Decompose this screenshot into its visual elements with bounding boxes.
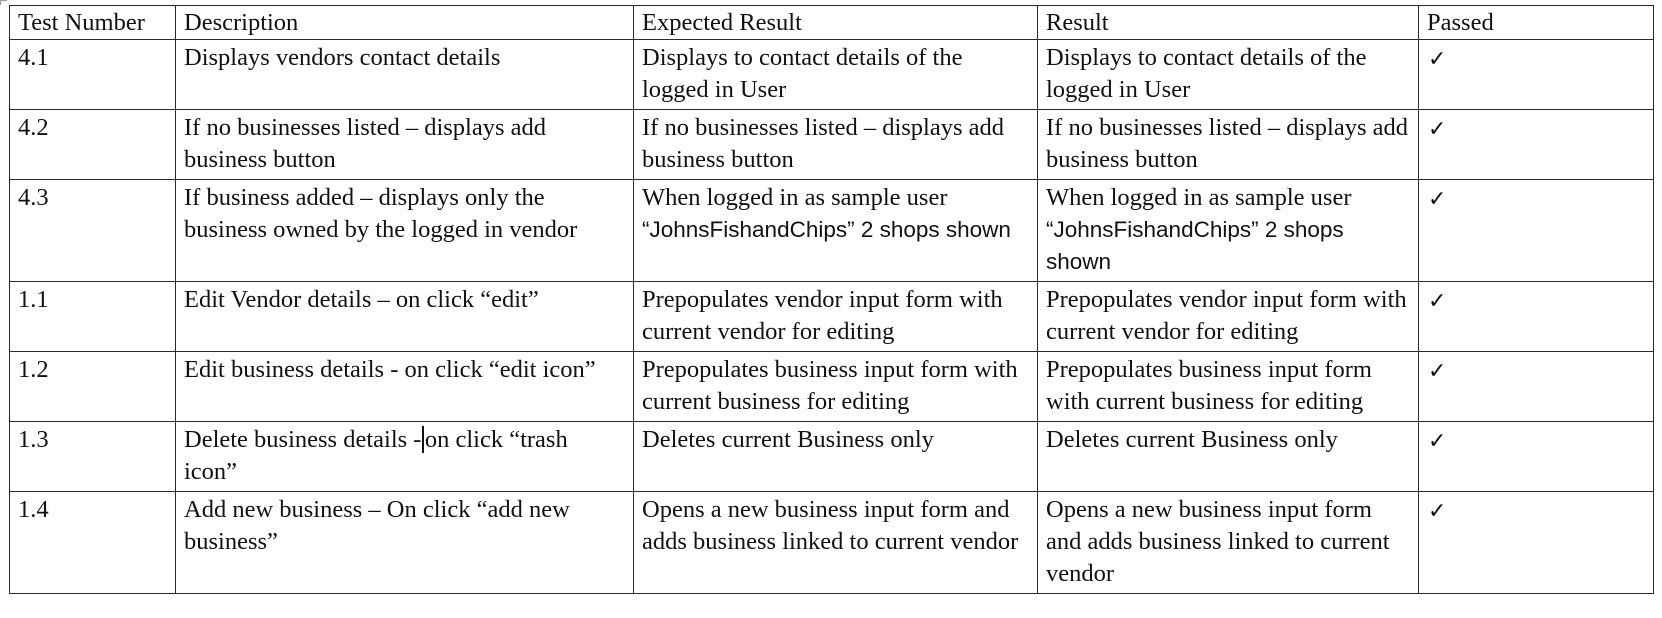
cell-result: Deletes current Business only <box>1037 421 1419 492</box>
cell-test-number: 4.1 <box>9 39 176 110</box>
header-expected-result: Expected Result <box>633 5 1038 40</box>
table-row: 1.1 Edit Vendor details – on click “edit… <box>9 281 1654 352</box>
cell-passed: ✓ <box>1418 351 1654 422</box>
description-text: Delete business details - <box>184 426 422 453</box>
cell-test-number: 1.2 <box>9 351 176 422</box>
cell-result: Displays to contact details of the logge… <box>1037 39 1419 110</box>
header-description: Description <box>175 5 634 40</box>
cell-description: Edit Vendor details – on click “edit” <box>175 281 634 352</box>
cell-expected-result: Prepopulates vendor input form with curr… <box>633 281 1038 352</box>
result-sample-user: “JohnsFishandChips” 2 shops shown <box>1046 217 1344 274</box>
expected-result-sample-user: “JohnsFishandChips” 2 shops shown <box>642 217 1011 242</box>
table-row: 1.4 Add new business – On click “add new… <box>9 491 1654 594</box>
document-page: Test Number Description Expected Result … <box>0 0 1662 618</box>
checkmark-icon: ✓ <box>1428 499 1447 524</box>
checkmark-icon: ✓ <box>1428 117 1447 142</box>
cell-result: Prepopulates vendor input form with curr… <box>1037 281 1419 352</box>
cell-expected-result: Deletes current Business only <box>633 421 1038 492</box>
table-row: 4.3 If business added – displays only th… <box>9 179 1654 282</box>
cell-expected-result: Opens a new business input form and adds… <box>633 491 1038 594</box>
table-row: 4.1 Displays vendors contact details Dis… <box>9 39 1654 110</box>
cell-result: When logged in as sample user “JohnsFish… <box>1037 179 1419 282</box>
cell-expected-result: If no businesses listed – displays add b… <box>633 109 1038 180</box>
test-results-table: Test Number Description Expected Result … <box>9 5 1654 594</box>
cell-test-number: 4.3 <box>9 179 176 282</box>
checkmark-icon: ✓ <box>1428 429 1447 454</box>
cell-description: If no businesses listed – displays add b… <box>175 109 634 180</box>
result-text: When logged in as sample user <box>1046 184 1352 211</box>
cell-test-number: 1.3 <box>9 421 176 492</box>
table-row: 1.2 Edit business details - on click “ed… <box>9 351 1654 422</box>
checkmark-icon: ✓ <box>1428 187 1447 212</box>
cell-description: Add new business – On click “add new bus… <box>175 491 634 594</box>
checkmark-icon: ✓ <box>1428 289 1447 314</box>
cell-result: Prepopulates business input form with cu… <box>1037 351 1419 422</box>
checkmark-icon: ✓ <box>1428 47 1447 72</box>
table-header-row: Test Number Description Expected Result … <box>9 5 1654 40</box>
table-row: 4.2 If no businesses listed – displays a… <box>9 109 1654 180</box>
header-passed: Passed <box>1418 5 1654 40</box>
cell-passed: ✓ <box>1418 179 1654 282</box>
text-cursor <box>422 426 424 453</box>
cell-test-number: 4.2 <box>9 109 176 180</box>
cell-passed: ✓ <box>1418 109 1654 180</box>
cell-expected-result: Prepopulates business input form with cu… <box>633 351 1038 422</box>
expected-result-text: When logged in as sample user <box>642 184 948 211</box>
cell-passed: ✓ <box>1418 491 1654 594</box>
cell-description: If business added – displays only the bu… <box>175 179 634 282</box>
cell-description: Edit business details - on click “edit i… <box>175 351 634 422</box>
cell-result: If no businesses listed – displays add b… <box>1037 109 1419 180</box>
cell-description: Displays vendors contact details <box>175 39 634 110</box>
cell-passed: ✓ <box>1418 39 1654 110</box>
cell-test-number: 1.1 <box>9 281 176 352</box>
table-row: 1.3 Delete business details - on click “t… <box>9 421 1654 492</box>
cell-expected-result: Displays to contact details of the logge… <box>633 39 1038 110</box>
cell-result: Opens a new business input form and adds… <box>1037 491 1419 594</box>
cell-test-number: 1.4 <box>9 491 176 594</box>
cell-expected-result: When logged in as sample user “JohnsFish… <box>633 179 1038 282</box>
page-corner-mark <box>0 0 7 5</box>
cell-passed: ✓ <box>1418 281 1654 352</box>
header-test-number: Test Number <box>9 5 176 40</box>
cell-passed: ✓ <box>1418 421 1654 492</box>
header-result: Result <box>1037 5 1419 40</box>
checkmark-icon: ✓ <box>1428 359 1447 384</box>
cell-description: Delete business details - on click “trash… <box>175 421 634 492</box>
